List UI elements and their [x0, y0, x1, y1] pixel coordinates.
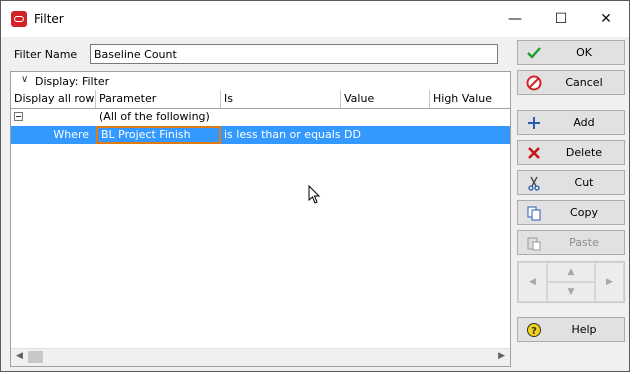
table-row[interactable]: (All of the following) [11, 108, 510, 126]
help-button[interactable]: ? Help [517, 317, 625, 342]
copy-icon [525, 204, 543, 222]
x-icon [525, 144, 543, 162]
parameter-cell[interactable]: BL Project Finish [96, 126, 221, 144]
title-bar: Filter — ☐ ✕ [1, 1, 629, 37]
move-right-button[interactable]: ▶ [595, 262, 624, 302]
filter-name-input[interactable] [90, 44, 498, 64]
grid-header: Display all rows Parameter Is Value High… [11, 90, 510, 109]
column-header-display-all-rows[interactable]: Display all rows [11, 90, 96, 108]
cancel-label: Cancel [565, 76, 603, 89]
filter-name-label: Filter Name [14, 48, 78, 61]
move-up-button[interactable]: ▲ [547, 262, 595, 282]
delete-button[interactable]: Delete [517, 140, 625, 165]
cut-button[interactable]: Cut [517, 170, 625, 195]
help-icon: ? [525, 321, 543, 339]
cut-label: Cut [574, 176, 594, 189]
help-label: Help [571, 323, 597, 336]
move-pad: ◀ ▲ ▼ ▶ [517, 261, 625, 303]
paste-icon [525, 234, 543, 252]
scroll-right-icon[interactable]: ▶ [498, 351, 505, 361]
add-label: Add [573, 116, 595, 129]
move-down-button[interactable]: ▼ [547, 282, 595, 302]
filter-dialog: Filter — ☐ ✕ Filter Name ∨ Display: Filt… [0, 0, 630, 372]
close-button[interactable]: ✕ [583, 1, 629, 37]
add-button[interactable]: Add [517, 110, 625, 135]
horizontal-scrollbar[interactable]: ◀ ▶ [11, 348, 510, 366]
group-band[interactable]: ∨ Display: Filter [11, 72, 510, 91]
copy-button[interactable]: Copy [517, 200, 625, 225]
parameter-cell[interactable]: (All of the following) [96, 108, 221, 126]
check-icon [525, 44, 543, 62]
group-band-label: Display: Filter [35, 75, 110, 88]
value-cell[interactable]: DD [341, 126, 430, 144]
no-entry-icon [525, 74, 543, 92]
ok-button[interactable]: OK [517, 40, 625, 65]
minimize-button[interactable]: — [492, 1, 538, 37]
scissors-icon [525, 174, 543, 192]
column-header-high-value[interactable]: High Value [430, 90, 510, 108]
column-header-parameter[interactable]: Parameter [96, 90, 221, 108]
collapse-icon[interactable] [14, 112, 23, 121]
copy-label: Copy [570, 206, 598, 219]
paste-label: Paste [569, 236, 599, 249]
column-header-value[interactable]: Value [341, 90, 430, 108]
column-header-is[interactable]: Is [221, 90, 341, 108]
svg-text:?: ? [531, 326, 537, 337]
operator-cell[interactable]: is less than or equals [221, 126, 341, 144]
oracle-icon [11, 11, 27, 27]
filter-grid: ∨ Display: Filter Display all rows Param… [10, 71, 511, 367]
high-value-cell[interactable] [430, 126, 510, 144]
plus-icon [525, 114, 543, 132]
display-cell[interactable]: Where [11, 126, 92, 144]
scroll-left-icon[interactable]: ◀ [16, 351, 23, 361]
table-row[interactable]: Where BL Project Finish is less than or … [11, 126, 510, 144]
ok-label: OK [576, 46, 592, 59]
cancel-button[interactable]: Cancel [517, 70, 625, 95]
window-title: Filter [34, 12, 64, 26]
move-left-button[interactable]: ◀ [518, 262, 547, 302]
scroll-thumb[interactable] [28, 351, 43, 363]
delete-label: Delete [565, 146, 603, 159]
paste-button[interactable]: Paste [517, 230, 625, 255]
mouse-cursor-icon [308, 185, 321, 204]
maximize-button[interactable]: ☐ [538, 1, 584, 37]
chevron-down-icon[interactable]: ∨ [21, 74, 28, 85]
